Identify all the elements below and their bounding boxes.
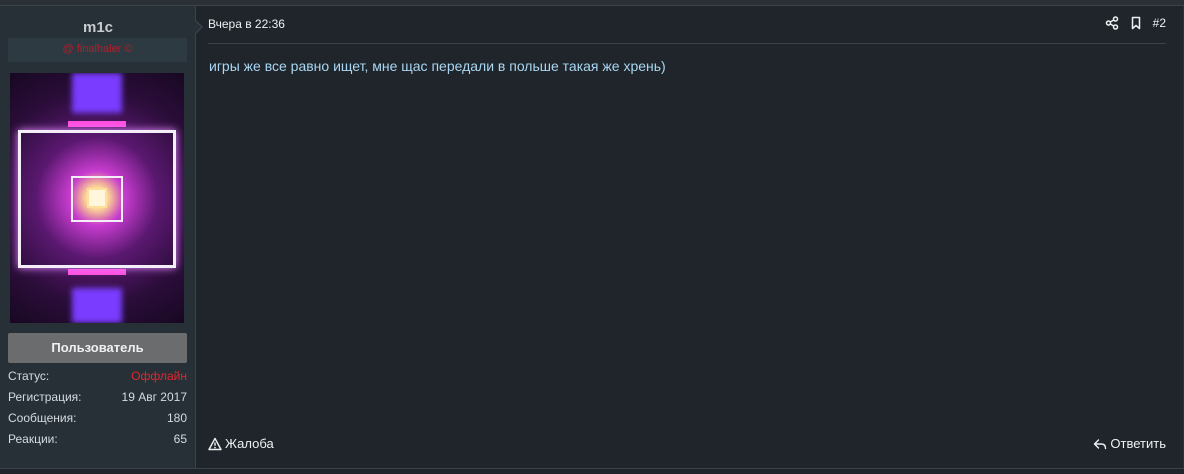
user-title-banner: @ finalhaler © bbox=[8, 38, 187, 62]
reply-label: Ответить bbox=[1110, 436, 1166, 451]
stat-messages: Сообщения: 180 bbox=[8, 411, 187, 432]
avatar-bar-bottom bbox=[68, 269, 126, 275]
post-footer: Жалоба Ответить bbox=[208, 436, 1166, 456]
avatar-glow-top bbox=[72, 73, 122, 113]
stat-label: Статус: bbox=[8, 369, 50, 383]
user-avatar[interactable] bbox=[10, 73, 184, 323]
stat-value: 65 bbox=[173, 432, 187, 446]
reply-icon bbox=[1094, 438, 1107, 449]
stat-value: 180 bbox=[166, 411, 187, 425]
avatar-bar-top bbox=[68, 121, 126, 127]
username-link[interactable]: m1c bbox=[0, 19, 196, 36]
stat-label: Сообщения: bbox=[8, 411, 77, 425]
user-role-badge: Пользователь bbox=[8, 333, 187, 363]
post-main: Вчера в 22:36 #2 игры же все равно ищет,… bbox=[197, 6, 1183, 468]
report-button[interactable]: Жалоба bbox=[208, 436, 274, 451]
stat-label: Регистрация: bbox=[8, 390, 82, 404]
warning-icon bbox=[208, 437, 222, 450]
message-body: игры же все равно ищет, мне щас передали… bbox=[209, 58, 666, 74]
post-number-link[interactable]: #2 bbox=[1153, 16, 1166, 30]
avatar-frame-core bbox=[87, 188, 107, 208]
user-stats: Статус: Оффлайн Регистрация: 19 Авг 2017… bbox=[8, 369, 187, 453]
report-label: Жалоба bbox=[225, 436, 274, 451]
post-date-link[interactable]: Вчера в 22:36 bbox=[208, 17, 285, 31]
bottom-divider bbox=[0, 468, 1184, 469]
user-panel: m1c @ finalhaler © Пользователь Статус: … bbox=[0, 6, 196, 468]
stat-value: Оффлайн bbox=[131, 369, 187, 383]
share-icon[interactable] bbox=[1105, 16, 1119, 30]
reply-button[interactable]: Ответить bbox=[1093, 436, 1166, 451]
stat-label: Реакции: bbox=[8, 432, 58, 446]
stat-registration: Регистрация: 19 Авг 2017 bbox=[8, 390, 187, 411]
post-header: Вчера в 22:36 #2 bbox=[208, 6, 1166, 44]
avatar-glow-bottom bbox=[72, 288, 122, 323]
message-post: m1c @ finalhaler © Пользователь Статус: … bbox=[0, 6, 1184, 468]
post-header-actions: #2 bbox=[1105, 16, 1166, 30]
stat-value: 19 Авг 2017 bbox=[121, 390, 187, 404]
stat-status: Статус: Оффлайн bbox=[8, 369, 187, 390]
stat-reactions: Реакции: 65 bbox=[8, 432, 187, 453]
bookmark-icon[interactable] bbox=[1129, 16, 1143, 30]
